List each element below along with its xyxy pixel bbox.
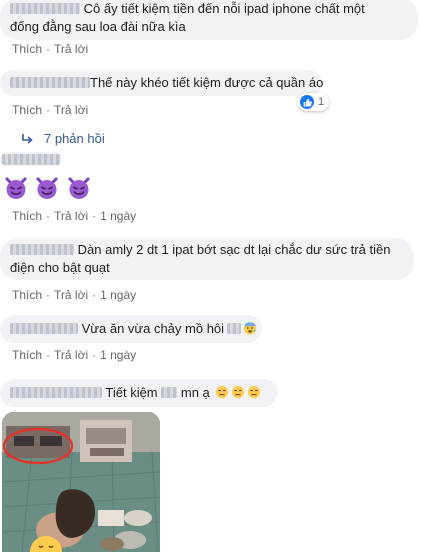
redacted-author-name bbox=[10, 387, 102, 398]
separator: · bbox=[92, 209, 97, 223]
separator: · bbox=[46, 288, 51, 302]
reply-link[interactable]: Trả lời bbox=[54, 288, 88, 302]
comment-actions: Thích · Trả lời · 1 ngày bbox=[12, 348, 136, 362]
reply-link[interactable]: Trả lời bbox=[54, 209, 88, 223]
separator: · bbox=[46, 209, 51, 223]
comment-text: mn ạ bbox=[180, 385, 210, 400]
reply-link[interactable]: Trả lời bbox=[54, 348, 88, 362]
photo-scene bbox=[2, 412, 160, 552]
comment-actions: Thích · Trả lời bbox=[12, 42, 88, 56]
separator: · bbox=[92, 348, 97, 362]
emoji-row bbox=[4, 176, 94, 205]
redacted-author-name bbox=[10, 323, 78, 334]
comment-text-line2: đống đằng sau loa đài nữa kìa bbox=[10, 19, 186, 34]
like-link[interactable]: Thích bbox=[12, 42, 42, 56]
reply-arrow-icon bbox=[22, 133, 33, 144]
comment-text: Dàn amly 2 dt 1 ipat bớt sạc dt lại chắc… bbox=[77, 242, 391, 257]
redacted-author-name bbox=[0, 152, 62, 166]
anxious-sweat-icon bbox=[243, 322, 257, 335]
comment-text-line2: điện cho bật quạt bbox=[10, 260, 110, 275]
view-replies-link[interactable]: 7 phản hồi bbox=[20, 131, 105, 146]
separator: · bbox=[46, 348, 51, 362]
reaction-badge[interactable]: 1 bbox=[298, 93, 330, 111]
comment-bubble: Dàn amly 2 dt 1 ipat bớt sạc dt lại chắc… bbox=[0, 238, 414, 280]
comment-actions: Thích · Trả lời bbox=[12, 103, 88, 117]
comment-bubble: Thế này khéo tiết kiệm được cả quần áo bbox=[0, 70, 324, 96]
reply-link[interactable]: Trả lời bbox=[54, 42, 88, 56]
smiling-imp-icon bbox=[36, 177, 58, 199]
like-link[interactable]: Thích bbox=[12, 103, 42, 117]
unamused-face-icon bbox=[232, 385, 245, 399]
redacted-word bbox=[227, 323, 242, 334]
comment-photo[interactable] bbox=[2, 412, 160, 552]
comment-actions: Thích · Trả lời · 1 ngày bbox=[12, 288, 136, 302]
comment-bubble: Cô ấy tiết kiệm tiền đến nỗi ipad iphone… bbox=[0, 0, 418, 40]
redacted-author-name bbox=[10, 3, 80, 14]
comment-text: Tiết kiệm bbox=[105, 385, 158, 400]
unamused-face-icon bbox=[216, 385, 229, 399]
smiling-imp-icon bbox=[5, 177, 27, 199]
reply-link[interactable]: Trả lời bbox=[54, 103, 88, 117]
separator: · bbox=[92, 288, 97, 302]
separator: · bbox=[46, 103, 51, 117]
comment-bubble: Vừa ăn vừa chảy mồ hôi bbox=[0, 315, 262, 343]
comment-timestamp[interactable]: 1 ngày bbox=[100, 348, 136, 362]
reaction-count: 1 bbox=[318, 96, 325, 108]
redacted-author-name bbox=[10, 244, 74, 255]
replies-count: 7 phản hồi bbox=[44, 131, 105, 146]
comment-timestamp[interactable]: 1 ngày bbox=[100, 209, 136, 223]
redacted-word bbox=[161, 387, 178, 398]
like-link[interactable]: Thích bbox=[12, 288, 42, 302]
comment-timestamp[interactable]: 1 ngày bbox=[100, 288, 136, 302]
comment-text: Vừa ăn vừa chảy mồ hôi bbox=[81, 321, 225, 336]
like-link[interactable]: Thích bbox=[12, 348, 42, 362]
comment-bubble: Tiết kiệm mn ạ bbox=[0, 379, 278, 407]
comment-actions: Thích · Trả lời · 1 ngày bbox=[12, 209, 136, 223]
unamused-face-icon bbox=[248, 385, 261, 399]
smiling-imp-icon bbox=[68, 177, 90, 199]
redacted-author-name bbox=[10, 77, 90, 88]
comment-text: Thế này khéo tiết kiệm được cả quần áo bbox=[90, 75, 324, 90]
separator: · bbox=[46, 42, 51, 56]
comment-text: Cô ấy tiết kiệm tiền đến nỗi ipad iphone… bbox=[83, 1, 365, 16]
like-link[interactable]: Thích bbox=[12, 209, 42, 223]
thumbs-up-icon bbox=[300, 95, 314, 109]
